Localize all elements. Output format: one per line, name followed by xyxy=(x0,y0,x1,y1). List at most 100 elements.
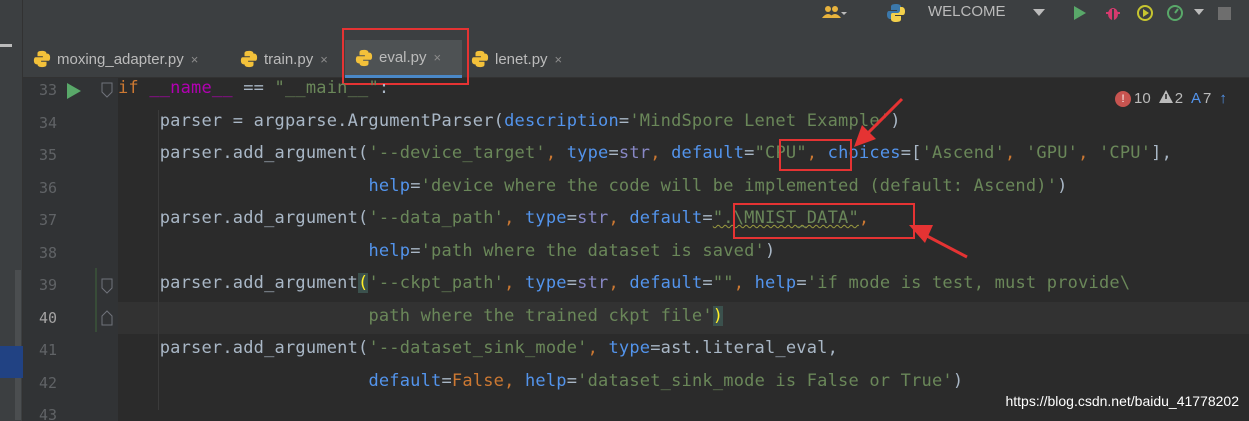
code-token: if xyxy=(118,78,150,98)
annotation-arrow-cpu xyxy=(854,97,904,147)
line-number[interactable]: 43 xyxy=(25,406,57,421)
code-line-41[interactable]: parser.add_argument('--dataset_sink_mode… xyxy=(118,338,838,358)
line-number[interactable]: 35 xyxy=(25,146,57,164)
code-line-42[interactable]: default=False, help='dataset_sink_mode i… xyxy=(118,371,963,391)
tab-train[interactable]: train.py × xyxy=(240,40,328,78)
code-token: , xyxy=(733,273,755,293)
close-icon[interactable]: × xyxy=(191,52,199,67)
code-token: ) xyxy=(1057,176,1068,196)
code-token: = xyxy=(410,176,421,196)
code-token: 'dataset_sink_mode is False or True' xyxy=(577,371,953,391)
tab-label: moxing_adapter.py xyxy=(57,50,184,68)
inspection-widget[interactable]: ! 10 2 A 7 ↑ xyxy=(1115,90,1227,107)
tab-moxing-adapter[interactable]: moxing_adapter.py × xyxy=(33,40,198,78)
python-file-icon xyxy=(240,50,258,68)
code-token: '--data_path' xyxy=(368,208,505,228)
code-line-36[interactable]: help='device where the code will be impl… xyxy=(118,176,1068,196)
coverage-icon[interactable] xyxy=(1133,0,1157,26)
run-gutter-icon[interactable] xyxy=(66,82,82,104)
code-token: str xyxy=(618,143,651,163)
left-tool-strip xyxy=(0,0,23,421)
code-token: str xyxy=(577,273,609,293)
code-token: , xyxy=(608,208,630,228)
fold-marker-icon[interactable] xyxy=(101,82,113,102)
code-token: type xyxy=(524,208,567,228)
code-token: description xyxy=(504,111,619,131)
line-number[interactable]: 34 xyxy=(25,114,57,132)
line-number[interactable]: 42 xyxy=(25,374,57,392)
code-token: parser.add_argument( xyxy=(118,208,369,228)
code-token: __name__ xyxy=(149,78,233,98)
code-token: = xyxy=(618,111,630,131)
typo-icon: A xyxy=(1191,90,1202,107)
code-line-40[interactable]: path where the trained ckpt file') xyxy=(118,306,724,326)
line-number[interactable]: 36 xyxy=(25,179,57,197)
fold-marker-icon[interactable] xyxy=(101,278,113,298)
line-number[interactable]: 38 xyxy=(25,244,57,262)
code-line-33[interactable]: if __name__ == "__main__": xyxy=(118,78,389,98)
stop-icon[interactable] xyxy=(1213,0,1235,26)
python-file-icon xyxy=(471,50,489,68)
code-token: help xyxy=(368,241,411,261)
warning-icon xyxy=(1158,90,1173,107)
code-token: type xyxy=(566,143,609,163)
code-token: default xyxy=(671,143,745,163)
profile-icon[interactable] xyxy=(1163,0,1187,26)
code-token: '--dataset_sink_mode' xyxy=(368,338,588,358)
code-token: = xyxy=(744,143,755,163)
code-line-38[interactable]: help='path where the dataset is saved') xyxy=(118,241,775,261)
code-token: default xyxy=(629,208,703,228)
code-token: = xyxy=(410,241,421,261)
strip-marker xyxy=(0,44,12,47)
code-token: = xyxy=(796,273,807,293)
annotation-box-data-path xyxy=(733,203,915,239)
warning-count: 2 xyxy=(1174,90,1184,107)
code-token: = xyxy=(441,371,452,391)
code-token: , xyxy=(1078,143,1099,163)
code-token: == xyxy=(232,78,275,98)
code-token: , xyxy=(1005,143,1026,163)
chevron-up-icon[interactable]: ↑ xyxy=(1219,90,1227,107)
code-token: ], xyxy=(1151,143,1173,163)
code-line-35[interactable]: parser.add_argument('--device_target', t… xyxy=(118,143,1172,163)
fold-marker-icon[interactable] xyxy=(101,310,113,330)
tab-lenet[interactable]: lenet.py × xyxy=(471,40,562,78)
code-token: 'device where the code will be implement… xyxy=(420,176,1058,196)
code-line-39[interactable]: parser.add_argument('--ckpt_path', type=… xyxy=(118,273,1130,293)
code-token: parser.add_argument xyxy=(118,273,359,293)
code-token: help xyxy=(524,371,567,391)
line-number[interactable]: 39 xyxy=(25,276,57,294)
code-token: =ast.literal_eval, xyxy=(650,338,839,358)
debug-bug-icon[interactable] xyxy=(1101,0,1125,26)
users-icon[interactable] xyxy=(817,0,851,26)
annotation-box-cpu xyxy=(779,139,852,171)
code-token: 'if mode is test, must provide\ xyxy=(806,273,1131,293)
chevron-down-icon[interactable] xyxy=(1028,0,1050,26)
code-token: ( xyxy=(358,273,369,293)
code-token: "__main__" xyxy=(274,78,379,98)
code-token: , xyxy=(608,273,630,293)
python-config-icon[interactable] xyxy=(883,0,909,26)
run-icon[interactable] xyxy=(1068,0,1092,26)
line-number[interactable]: 40 xyxy=(25,309,57,327)
typo-count: 7 xyxy=(1203,90,1212,107)
code-token: , xyxy=(587,338,609,358)
code-line-34[interactable]: parser = argparse.ArgumentParser(descrip… xyxy=(118,111,901,131)
code-token: , xyxy=(504,208,525,228)
code-token: = xyxy=(566,273,578,293)
line-number[interactable]: 41 xyxy=(25,341,57,359)
watermark-url: https://blog.csdn.net/baidu_41778202 xyxy=(1005,393,1239,409)
code-token: = xyxy=(702,273,713,293)
code-token: path where the trained ckpt file' xyxy=(368,306,713,326)
close-icon[interactable]: × xyxy=(555,52,563,67)
more-chevron-icon[interactable] xyxy=(1189,0,1209,26)
close-icon[interactable]: × xyxy=(320,52,328,67)
run-config-name[interactable]: WELCOME xyxy=(928,3,1006,20)
line-number[interactable]: 37 xyxy=(25,211,57,229)
code-token: 'path where the dataset is saved' xyxy=(420,241,765,261)
line-number[interactable]: 33 xyxy=(25,81,57,99)
tab-label: lenet.py xyxy=(495,50,548,68)
error-icon: ! xyxy=(1115,90,1131,107)
